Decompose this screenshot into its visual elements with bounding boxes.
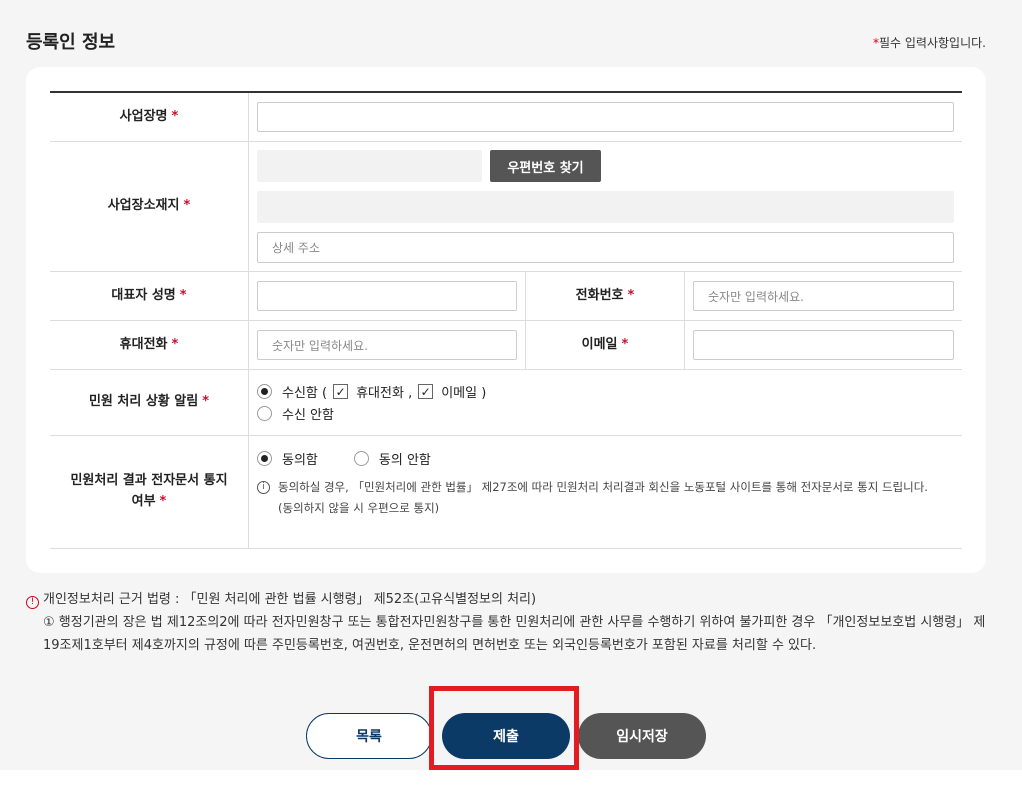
page-footer-bg <box>0 770 1022 795</box>
edoc-disagree-label: 동의 안함 <box>378 452 431 468</box>
edoc-agree-label: 동의함 <box>282 452 318 468</box>
row-business-name: 사업장명 * <box>50 93 962 142</box>
required-note: *필수 입력사항입니다. <box>873 34 986 51</box>
check-icon: ✓ <box>335 384 346 399</box>
row-mobile-email: 휴대전화 * 숫자만 입력하세요. 이메일 * <box>50 321 962 370</box>
mobile-input[interactable]: 숫자만 입력하세요. <box>257 330 517 360</box>
page-title: 등록인 정보 <box>26 32 116 53</box>
row-edoc: 민원처리 결과 전자문서 통지 여부 * 동의함 동의 안함 i 동의하실 경우,… <box>50 436 962 549</box>
notify-no-receive-radio[interactable] <box>257 406 272 421</box>
label-address: 사업장소재지 * <box>50 142 249 271</box>
info-icon: i <box>257 481 270 494</box>
row-notify: 민원 처리 상황 알림 * 수신함 ( ✓ 휴대전화 , ✓ 이메일 ) 수신 안… <box>50 370 962 436</box>
legal-body: ① 행정기관의 장은 법 제12조의2에 따라 전자민원창구 또는 통합전자민원… <box>43 615 986 653</box>
label-email: 이메일 * <box>525 321 685 369</box>
rep-name-input[interactable] <box>257 281 517 311</box>
notify-mobile-label: 휴대전화 , <box>356 386 413 401</box>
edoc-disagree-radio[interactable] <box>353 450 369 466</box>
notify-mobile-checkbox[interactable]: ✓ <box>333 384 349 399</box>
check-icon: ✓ <box>420 384 431 399</box>
label-phone: 전화번호 * <box>525 272 685 320</box>
notify-receive-label: 수신함 ( <box>282 386 328 401</box>
list-button[interactable]: 목록 <box>306 713 432 759</box>
postcode-input[interactable] <box>257 150 482 182</box>
notify-receive-radio[interactable] <box>257 384 272 399</box>
label-business-name: 사업장명 * <box>50 93 249 141</box>
legal-title: 개인정보처리 근거 법령 : 「민원 처리에 관한 법률 시행령」 제52조(고… <box>43 592 537 607</box>
detail-address-input[interactable]: 상세 주소 <box>257 231 954 263</box>
label-edoc: 민원처리 결과 전자문서 통지 여부 * <box>50 436 249 548</box>
edoc-agree-radio[interactable] <box>257 450 272 466</box>
notify-email-label: 이메일 ) <box>441 386 487 401</box>
label-rep-name: 대표자 성명 * <box>50 272 249 320</box>
edoc-notice-subtext: (동의하지 않을 시 우편으로 통지) <box>278 501 440 515</box>
row-rep-phone: 대표자 성명 * 전화번호 * 숫자만 입력하세요. <box>50 272 962 321</box>
phone-input[interactable]: 숫자만 입력하세요. <box>693 281 954 311</box>
required-text: 필수 입력사항입니다. <box>879 36 986 50</box>
edoc-notice-text: 동의하실 경우, 「민원처리에 관한 법률」 제27조에 따라 민원처리 처리결… <box>278 480 928 494</box>
label-mobile: 휴대전화 * <box>50 321 249 369</box>
notify-email-checkbox[interactable]: ✓ <box>418 384 434 399</box>
registrant-form-table: 사업장명 * 사업장소재지 * 우편번호 찾기 상세 주소 대표자 성명 * 전화번호… <box>50 91 962 549</box>
legal-notice: ! 개인정보처리 근거 법령 : 「민원 처리에 관한 법률 시행령」 제52조(… <box>26 588 986 657</box>
notify-no-receive-label: 수신 안함 <box>282 408 334 423</box>
row-address: 사업장소재지 * 우편번호 찾기 상세 주소 <box>50 142 962 272</box>
email-input[interactable] <box>693 330 954 360</box>
temp-save-button[interactable]: 임시저장 <box>578 713 706 759</box>
address-input[interactable] <box>257 191 954 223</box>
business-name-input[interactable] <box>257 102 954 132</box>
submit-highlight-box <box>429 686 579 770</box>
find-postcode-button[interactable]: 우편번호 찾기 <box>490 150 601 182</box>
label-notify: 민원 처리 상황 알림 * <box>50 370 249 435</box>
warning-icon: ! <box>26 596 39 609</box>
